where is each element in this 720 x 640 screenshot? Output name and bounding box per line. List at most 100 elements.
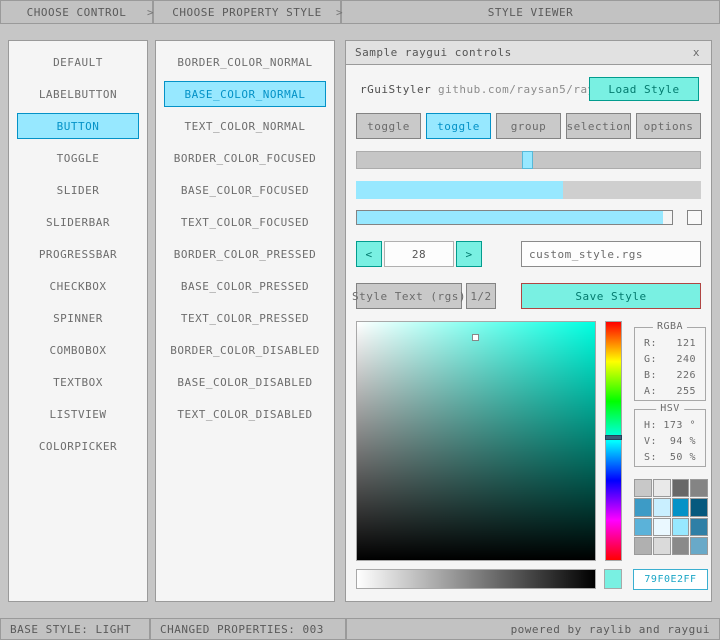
controls-list-panel: DEFAULT LABELBUTTON BUTTON TOGGLE SLIDER… [8,40,148,602]
control-list-item-colorpicker[interactable]: COLORPICKER [17,433,139,459]
rgba-g-label: G: [644,353,658,365]
control-list-item-progressbar[interactable]: PROGRESSBAR [17,241,139,267]
property-list-item[interactable]: BASE_COLOR_FOCUSED [164,177,326,203]
property-list-item[interactable]: TEXT_COLOR_PRESSED [164,305,326,331]
control-list-item-combobox[interactable]: COMBOBOX [17,337,139,363]
load-style-button[interactable]: Load Style [589,77,699,101]
hsv-group-box: HSV H: 173 ° V: 94 % S: 50 % [634,403,706,467]
rgba-b-label: B: [644,369,658,381]
header-choose-control: CHOOSE CONTROL [0,0,153,24]
palette-swatch[interactable] [690,498,708,517]
control-list-item-textbox[interactable]: TEXTBOX [17,369,139,395]
page-toggle-button[interactable]: 1/2 [466,283,496,309]
toggle-button-0[interactable]: toggle [356,113,421,139]
property-list-item[interactable]: BORDER_COLOR_FOCUSED [164,145,326,171]
toggle-button-options[interactable]: options [636,113,701,139]
control-list-item-checkbox[interactable]: CHECKBOX [17,273,139,299]
palette-swatch[interactable] [690,536,708,555]
hsv-title: HSV [656,403,684,414]
control-list-item-spinner[interactable]: SPINNER [17,305,139,331]
color-picker-marker[interactable] [472,334,479,341]
status-changed-properties: CHANGED PROPERTIES: 003 [150,618,346,640]
spinner-value: 28 [384,241,454,267]
palette-swatch[interactable] [652,536,671,555]
hue-bar-handle[interactable] [605,435,622,440]
header-separator-icon: > [147,5,155,19]
control-list-item-sliderbar[interactable]: SLIDERBAR [17,209,139,235]
hsv-s-value: 50 % [669,451,696,463]
hsv-row-s: S: 50 % [635,449,705,465]
property-list-item[interactable]: TEXT_COLOR_FOCUSED [164,209,326,235]
property-list-item[interactable]: BASE_COLOR_PRESSED [164,273,326,299]
toggle-button-1-active[interactable]: toggle [426,113,491,139]
hsv-row-h: H: 173 ° [635,417,705,433]
hex-value-box[interactable]: 79F0E2FF [633,569,708,590]
property-list-item[interactable]: BORDER_COLOR_NORMAL [164,49,326,75]
control-list-item-listview[interactable]: LISTVIEW [17,401,139,427]
sample-sliderbar[interactable] [356,210,673,225]
header-separator-icon: > [336,5,344,19]
top-header-bar: CHOOSE CONTROL CHOOSE PROPERTY STYLE STY… [0,0,720,24]
property-list-item[interactable]: BORDER_COLOR_DISABLED [164,337,326,363]
status-base-style: BASE STYLE: LIGHT [0,618,150,640]
rgba-row-r: R: 121 [635,335,705,351]
style-text-button[interactable]: Style Text (rgs) [352,283,465,309]
palette-swatch[interactable] [671,479,690,498]
progressbar-fill [356,181,563,199]
properties-list: BORDER_COLOR_NORMAL BASE_COLOR_NORMAL TE… [156,41,334,430]
palette-swatch[interactable] [671,498,690,517]
control-list-item-toggle[interactable]: TOGGLE [17,145,139,171]
rgba-a-label: A: [644,385,658,397]
palette-swatch[interactable] [634,517,652,536]
property-list-item[interactable]: TEXT_COLOR_DISABLED [164,401,326,427]
hsv-v-value: 94 % [669,435,696,447]
property-list-item[interactable]: TEXT_COLOR_NORMAL [164,113,326,139]
control-list-item-button[interactable]: BUTTON [17,113,139,139]
toggle-button-group[interactable]: group [496,113,561,139]
spinner-decrement-button[interactable]: < [356,241,382,267]
property-list-item[interactable]: BASE_COLOR_DISABLED [164,369,326,395]
palette-swatch[interactable] [634,479,652,498]
control-list-item-slider[interactable]: SLIDER [17,177,139,203]
palette-swatch[interactable] [634,498,652,517]
hsv-row-v: V: 94 % [635,433,705,449]
controls-list: DEFAULT LABELBUTTON BUTTON TOGGLE SLIDER… [9,41,147,462]
properties-list-panel: BORDER_COLOR_NORMAL BASE_COLOR_NORMAL TE… [155,40,335,602]
spinner-increment-button[interactable]: > [456,241,482,267]
alpha-bar[interactable] [356,569,596,589]
sample-progressbar[interactable] [356,181,701,199]
hue-bar[interactable] [605,321,622,561]
filename-input[interactable] [521,241,701,267]
palette-swatch[interactable] [671,536,690,555]
toggle-button-selection[interactable]: selection [566,113,631,139]
property-list-item[interactable]: BASE_COLOR_NORMAL [164,81,326,107]
rgba-title: RGBA [652,321,688,332]
palette-swatch[interactable] [652,517,671,536]
palette-swatch[interactable] [671,517,690,536]
property-list-item[interactable]: BORDER_COLOR_PRESSED [164,241,326,267]
color-picker-saturation-value-area[interactable] [356,321,596,561]
close-icon[interactable]: x [691,46,702,59]
sample-checkbox[interactable] [687,210,702,225]
palette-swatch[interactable] [690,517,708,536]
control-list-item-labelbutton[interactable]: LABELBUTTON [17,81,139,107]
style-viewer-window: Sample raygui controls x rGuiStyler gith… [345,40,712,602]
rgba-r-label: R: [644,337,658,349]
picked-color-swatch [604,569,622,589]
window-titlebar: Sample raygui controls x [346,41,711,65]
palette-swatch[interactable] [652,498,671,517]
palette-swatch[interactable] [690,479,708,498]
save-style-button[interactable]: Save Style [521,283,701,309]
hsv-s-label: S: [644,451,658,463]
palette-swatch[interactable] [634,536,652,555]
rgba-row-g: G: 240 [635,351,705,367]
header-style-viewer: STYLE VIEWER [341,0,720,24]
styler-name-label: rGuiStyler [360,83,432,96]
slider-handle[interactable] [521,151,533,169]
rgba-b-value: 226 [676,369,696,381]
palette-swatch[interactable] [652,479,671,498]
sample-slider[interactable] [356,151,701,169]
status-bar: BASE STYLE: LIGHT CHANGED PROPERTIES: 00… [0,618,720,640]
control-list-item-default[interactable]: DEFAULT [17,49,139,75]
rgba-a-value: 255 [676,385,696,397]
